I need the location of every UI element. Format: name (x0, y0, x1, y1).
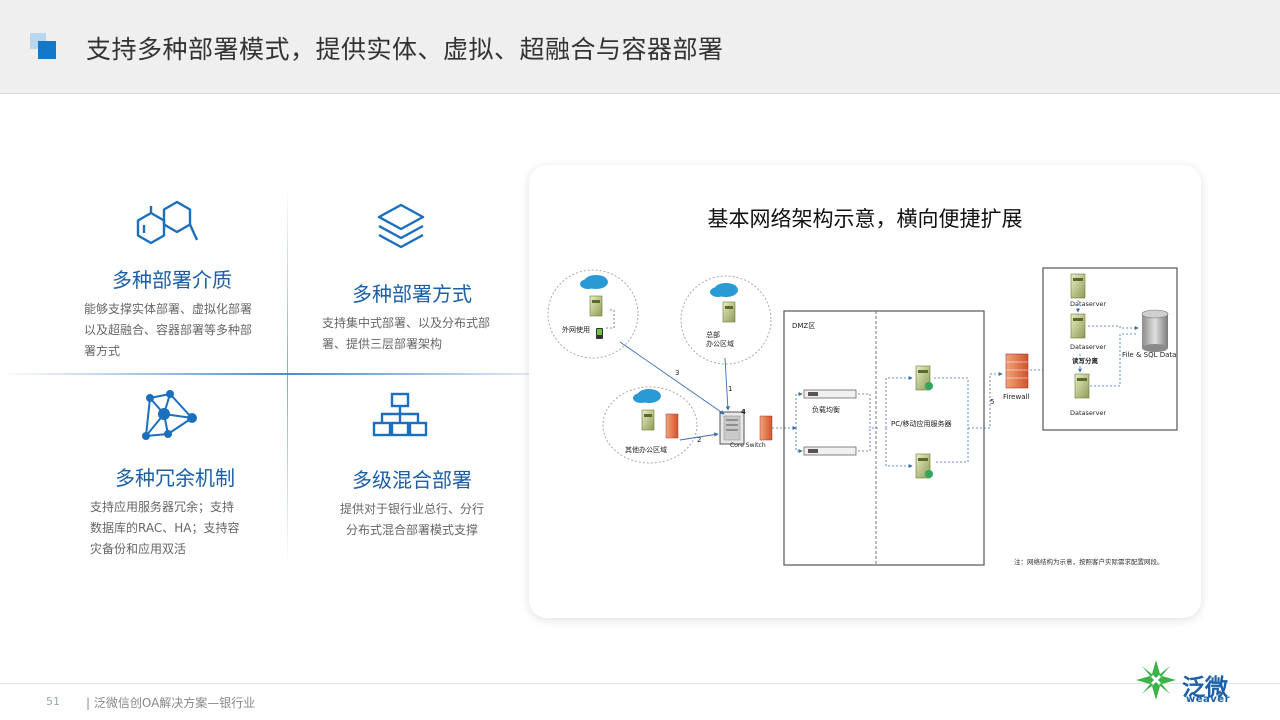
label-hq-line2: 办公区域 (706, 339, 734, 348)
molecule-icon (136, 200, 199, 245)
label-app-server: PC/移动应用服务器 (891, 419, 951, 428)
diagram-note: 注：网络结构为示意，按照客户实际需求配置网段。 (1014, 557, 1164, 566)
weaver-logo-icon (1136, 660, 1176, 700)
dataserver-icon (1070, 273, 1086, 299)
zone-hq: 总部 办公区域 (680, 275, 772, 365)
feature-desc-line: 提供对于银行业总行、分行 (339, 502, 484, 516)
label-dataserver: Dataserver (1070, 343, 1106, 351)
feature-desc-line: 署、提供三层部署架构 (322, 337, 443, 351)
feature-desc-line: 支持集中式部署、以及分布式部 (322, 316, 491, 330)
cloud-icon (710, 283, 738, 297)
label-core-switch: Core Switch (730, 442, 766, 449)
layers-icon (377, 203, 425, 249)
server-icon (589, 295, 603, 317)
firewall-main: Firewall (1003, 353, 1029, 401)
zone-other-office: 其他办公区域 (602, 386, 698, 464)
label-hq-line1: 总部 (706, 330, 720, 339)
server-icon (722, 301, 736, 323)
feature-deploy-mode: 多种部署方式 支持集中式部署、以及分布式部 署、提供三层部署架构 (318, 278, 506, 355)
dmz-zone: DMZ区 (783, 310, 985, 566)
label-dataserver: Dataserver (1070, 409, 1106, 417)
diagram-title: 基本网络架构示意，横向便捷扩展 (707, 207, 1023, 231)
footer-divider (0, 683, 1280, 684)
network-nodes-icon (142, 390, 197, 440)
phone-icon (596, 328, 603, 339)
feature-redundancy: 多种冗余机制 支持应用服务器冗余；支持 数据库的RAC、HA；支持容 灾备份和应… (90, 462, 260, 560)
feature-desc-line: 分布式混合部署模式支撑 (345, 523, 478, 537)
load-balancer: 负载均衡 (803, 389, 857, 456)
feature-hybrid: 多级混合部署 提供对于银行业总行、分行 分布式混合部署模式支撑 (322, 464, 502, 541)
label-num-5: 5 (990, 398, 994, 406)
header-bar: 支持多种部署模式，提供实体、虚拟、超融合与容器部署 (0, 0, 1280, 94)
feature-desc: 提供对于银行业总行、分行 分布式混合部署模式支撑 (322, 499, 502, 541)
cloud-icon (633, 389, 661, 403)
feature-desc-line: 以及超融合、容器部署等多种部 (84, 323, 253, 337)
page-number: 51 (46, 695, 60, 708)
dataserver-icon (1070, 313, 1086, 339)
feature-title: 多种部署介质 (112, 268, 232, 292)
footer-text: | 泛微信创OA解决方案—银行业 (86, 696, 256, 710)
logo-subtitle: weaver (1186, 694, 1231, 705)
label-load-balancer: 负载均衡 (812, 405, 840, 414)
hierarchy-icon (372, 392, 428, 437)
feature-desc: 支持集中式部署、以及分布式部 署、提供三层部署架构 (322, 313, 506, 355)
page-title: 支持多种部署模式，提供实体、虚拟、超融合与容器部署 (86, 35, 724, 64)
feature-title: 多种部署方式 (352, 282, 472, 306)
label-num-2: 2 (697, 436, 701, 444)
app-server-top (915, 365, 933, 391)
feature-desc-line: 支持应用服务器冗余；支持 (90, 500, 235, 514)
feature-desc: 能够支撑实体部署、虚拟化部署 以及超融合、容器部署等多种部 署方式 (84, 299, 262, 362)
label-dmz: DMZ区 (792, 322, 815, 330)
label-rw-split: 读写分离 (1072, 356, 1099, 365)
quadrant-divider-horizontal (0, 373, 580, 375)
feature-desc: 支持应用服务器冗余；支持 数据库的RAC、HA；支持容 灾备份和应用双活 (90, 497, 260, 560)
feature-desc-line: 灾备份和应用双活 (90, 542, 187, 556)
network-diagram: 外网使用 总部 办公区域 其他办公区域 Core Switch 3 1 2 4 … (547, 267, 1178, 566)
firewall-icon (759, 415, 773, 441)
label-dataserver: Dataserver (1070, 300, 1106, 308)
feature-desc-line: 能够支撑实体部署、虚拟化部署 (84, 302, 253, 316)
label-num-4: 4 (741, 408, 746, 416)
label-firewall: Firewall (1003, 393, 1029, 401)
dataserver-icon (1074, 373, 1090, 399)
label-num-1: 1 (728, 385, 732, 393)
database-cylinder-icon (1141, 309, 1169, 352)
app-server-bottom (915, 453, 933, 479)
feature-title: 多种冗余机制 (115, 466, 235, 490)
feature-deploy-media: 多种部署介质 能够支撑实体部署、虚拟化部署 以及超融合、容器部署等多种部 署方式 (82, 264, 262, 362)
quadrant-divider-vertical (287, 185, 288, 565)
label-external: 外网使用 (562, 325, 590, 334)
title-decoration-dark (38, 41, 56, 59)
label-file-sql: File & SQL Data (1122, 351, 1176, 359)
label-num-3: 3 (675, 369, 679, 377)
database-zone: Dataserver Dataserver 读写分离 Dataserver Fi… (1042, 267, 1178, 431)
feature-desc-line: 署方式 (84, 344, 121, 358)
feature-title: 多级混合部署 (352, 468, 472, 492)
firewall-icon (665, 413, 679, 439)
core-switch: Core Switch (719, 411, 766, 449)
server-icon (641, 409, 655, 431)
label-other-office: 其他办公区域 (625, 445, 667, 454)
cloud-icon (580, 275, 608, 289)
feature-desc-line: 数据库的RAC、HA；支持容 (90, 521, 240, 535)
